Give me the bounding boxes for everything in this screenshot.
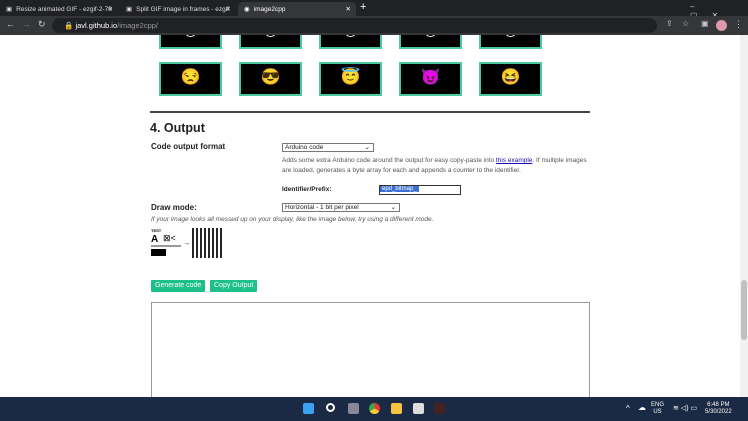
- favicon-icon: ▣: [6, 6, 13, 13]
- code-output-textarea[interactable]: [151, 302, 590, 397]
- reload-icon[interactable]: ↻: [38, 19, 46, 30]
- emoji-frame[interactable]: 😇: [319, 62, 382, 96]
- weather-icon[interactable]: ☁: [638, 404, 646, 412]
- example-label: TEST: [151, 228, 162, 233]
- emoji-frame[interactable]: 😒: [159, 62, 222, 96]
- page-content: ◡ ◡ ◡ ◡ ◡ 😒 😎 😇 😈 😆 4. Output Code outpu…: [0, 35, 740, 397]
- tab-split-gif[interactable]: ▣ Split GIF image in frames - ezgif ✕: [120, 2, 236, 16]
- emoji-frame[interactable]: 😎: [239, 62, 302, 96]
- back-icon[interactable]: ←: [6, 19, 15, 29]
- emoji-frame[interactable]: ◡: [319, 35, 382, 49]
- generate-code-button[interactable]: Generate code: [151, 280, 206, 292]
- search-icon[interactable]: [326, 403, 335, 412]
- tab-bar: ▣ Resize animated GIF - ezgif-2-70 ✕ ▣ Spli…: [0, 0, 748, 20]
- file-explorer-icon[interactable]: [391, 403, 402, 414]
- copy-output-button[interactable]: Copy Output: [210, 280, 258, 292]
- new-tab-button[interactable]: +: [360, 1, 366, 13]
- address-bar-row: ← → ↻ 🔒 javl.github.io/image2cpp/ ⇪ ☆ ▣ …: [0, 16, 748, 35]
- emoji-frame[interactable]: ◡: [479, 35, 542, 49]
- network-volume-battery-icons[interactable]: ≋ ◁) ▭: [673, 405, 697, 412]
- close-tab-icon[interactable]: ✕: [108, 5, 113, 13]
- example-letter-icon: A: [151, 234, 159, 245]
- section-divider: [150, 111, 590, 113]
- tab-resize-gif[interactable]: ▣ Resize animated GIF - ezgif-2-70 ✕: [0, 2, 118, 16]
- this-example-link[interactable]: this example: [496, 157, 533, 164]
- arrow-icon: →: [183, 240, 190, 247]
- app-icon[interactable]: [434, 403, 445, 414]
- code-format-label: Code output format: [151, 142, 226, 151]
- emoji-frame[interactable]: ◡: [399, 35, 462, 49]
- globe-icon: ◉: [244, 6, 250, 13]
- store-icon[interactable]: [413, 403, 424, 414]
- tab-image2cpp[interactable]: ◉ image2cpp ✕: [238, 2, 356, 16]
- draw-mode-hint: If your image looks all messed up on you…: [151, 216, 434, 223]
- emoji-frame[interactable]: 😈: [399, 62, 462, 96]
- share-icon[interactable]: ⇪: [666, 19, 673, 28]
- close-tab-icon[interactable]: ✕: [226, 5, 231, 13]
- chevron-down-icon: ⌄: [390, 204, 396, 211]
- draw-mode-select[interactable]: Horizontal - 1 bit per pixel ⌄: [282, 203, 400, 212]
- close-tab-icon[interactable]: ✕: [346, 5, 351, 13]
- identifier-label: Identifier/Prefix:: [282, 186, 332, 193]
- emoji-frame[interactable]: ◡: [239, 35, 302, 49]
- lock-icon: 🔒: [64, 21, 74, 30]
- emoji-frame[interactable]: 😆: [479, 62, 542, 96]
- scrollbar[interactable]: [740, 35, 748, 397]
- chrome-icon[interactable]: [369, 403, 380, 414]
- draw-mode-example-image: TEST A ⊠< →: [151, 228, 226, 258]
- chevron-up-icon[interactable]: ^: [626, 405, 630, 413]
- draw-mode-label: Draw mode:: [151, 203, 197, 212]
- taskbar: ^ ☁ ENG US ≋ ◁) ▭ 6:48 PM 5/30/2022: [0, 397, 748, 421]
- emoji-frame[interactable]: ◡: [159, 35, 222, 49]
- code-format-select[interactable]: Arduino code ⌄: [282, 143, 374, 152]
- identifier-input[interactable]: epd_bitmap_: [379, 185, 461, 195]
- language-indicator[interactable]: ENG US: [651, 402, 664, 416]
- avatar[interactable]: [716, 20, 727, 31]
- bookmark-star-icon[interactable]: ☆: [682, 19, 689, 28]
- favicon-icon: ▣: [126, 6, 133, 13]
- sidebar-icon[interactable]: ▣: [701, 19, 709, 28]
- output-heading: 4. Output: [150, 121, 205, 135]
- url-input[interactable]: 🔒 javl.github.io/image2cpp/: [52, 18, 657, 33]
- forward-icon[interactable]: →: [22, 19, 31, 29]
- example-shapes-icon: ⊠<: [163, 233, 176, 243]
- clock[interactable]: 6:48 PM 5/30/2022: [705, 402, 732, 416]
- chevron-down-icon: ⌄: [364, 144, 370, 151]
- start-icon[interactable]: [303, 403, 314, 414]
- menu-icon[interactable]: ⋮: [734, 19, 743, 30]
- scrollbar-thumb[interactable]: [741, 280, 747, 340]
- task-view-icon[interactable]: [348, 403, 359, 414]
- code-format-description: Adds some extra Arduino code around the …: [282, 157, 587, 174]
